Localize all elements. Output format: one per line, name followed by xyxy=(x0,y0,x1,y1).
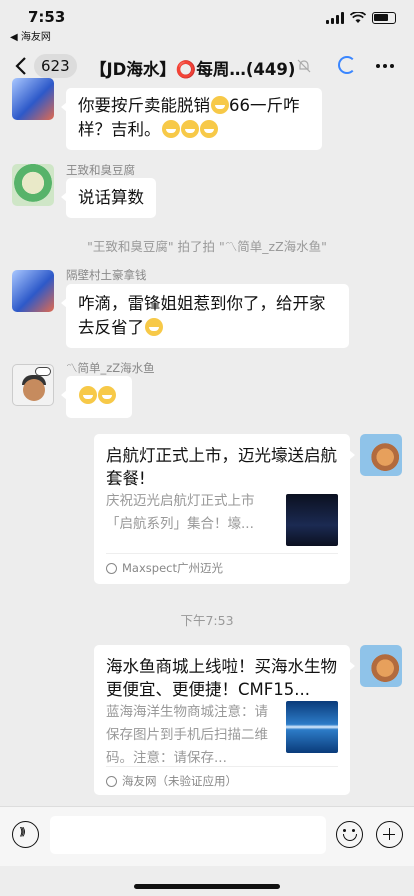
sender-name: 隔壁村土豪拿钱 xyxy=(66,268,147,282)
card-divider xyxy=(106,766,338,767)
card-title: 海水鱼商城上线啦！买海水生物更便宜、更便捷！CMF15... xyxy=(106,657,337,699)
timestamp: 下午7:53 xyxy=(180,613,234,628)
input-bar xyxy=(0,806,414,866)
link-card[interactable]: 海水鱼商城上线啦！买海水生物更便宜、更便捷！CMF15... 蓝海海洋生物商城注… xyxy=(94,645,355,795)
wifi-icon xyxy=(350,12,366,23)
chat-header: 623 【JD海水】⭕每周…(449) xyxy=(0,44,414,90)
card-description: 蓝海海洋生物商城注意：请保存图片到手机后扫描二维码。注意：请保存... xyxy=(106,704,268,766)
back-to-app-link[interactable]: ◀ 海友网 xyxy=(10,28,51,43)
chat-title: 【JD海水】⭕每周…(449) xyxy=(90,60,296,79)
sender-name: 〽简单_zZ海水鱼 xyxy=(66,361,155,375)
message-bubble[interactable]: 说话算数 xyxy=(61,178,156,218)
card-source: 海友网（未验证应用） xyxy=(106,773,237,789)
avatar[interactable] xyxy=(12,364,54,406)
avatar[interactable] xyxy=(12,164,54,206)
thinking-emoji-icon xyxy=(145,318,163,336)
card-source: Maxspect广州迈光 xyxy=(106,560,223,576)
message-bubble[interactable]: 你要按斤卖能脱销 66一斤咋样？吉利。 xyxy=(61,88,322,150)
message-bubble[interactable]: 咋滴，雷锋姐姐惹到你了，给开家去反省了 xyxy=(61,284,349,348)
emoji-icon[interactable] xyxy=(336,821,363,848)
mute-bell-icon xyxy=(297,59,311,73)
grin-emoji-icon xyxy=(161,120,180,138)
avatar[interactable] xyxy=(12,78,54,120)
sweat-smile-emoji-icon xyxy=(79,386,97,404)
more-options-icon[interactable] xyxy=(376,64,394,68)
card-source-label: Maxspect广州迈光 xyxy=(122,561,223,575)
card-thumbnail xyxy=(286,701,338,753)
card-divider xyxy=(106,553,338,554)
battery-icon xyxy=(372,12,396,24)
avatar[interactable] xyxy=(12,270,54,312)
plus-icon[interactable] xyxy=(376,821,403,848)
card-title: 启航灯正式上市，迈光壕送启航套餐! xyxy=(106,446,337,488)
my-avatar[interactable] xyxy=(360,434,402,476)
loading-spinner-icon xyxy=(338,56,356,74)
card-source-label: 海友网（未验证应用） xyxy=(122,774,237,788)
card-description: 庆祝迈光启航灯正式上市「启航系列」集合！壕... xyxy=(106,493,255,532)
thinking-emoji-icon xyxy=(211,96,229,114)
link-card[interactable]: 启航灯正式上市，迈光壕送启航套餐! 庆祝迈光启航灯正式上市「启航系列」集合！壕.… xyxy=(94,434,355,584)
app-source-icon xyxy=(106,775,117,787)
message-text: 咋滴，雷锋姐姐惹到你了，给开家去反省了 xyxy=(78,294,326,337)
status-icons xyxy=(326,12,396,24)
status-bar: 7:53 ◀ 海友网 xyxy=(0,0,414,43)
card-thumbnail xyxy=(286,494,338,546)
message-text: 你要按斤卖能脱销 66一斤咋样？吉利。 xyxy=(78,96,300,139)
message-bubble[interactable] xyxy=(61,376,132,418)
back-arrow-icon[interactable] xyxy=(10,54,34,78)
home-indicator[interactable] xyxy=(134,884,280,889)
sweat-smile-emoji-icon xyxy=(98,386,116,404)
voice-input-icon[interactable] xyxy=(12,821,39,848)
message-input[interactable] xyxy=(50,816,326,854)
status-time: 7:53 xyxy=(28,8,66,26)
grin-emoji-icon xyxy=(199,120,218,138)
signal-icon xyxy=(326,12,344,24)
sender-name: 王致和臭豆腐 xyxy=(66,163,135,177)
grin-emoji-icon xyxy=(180,120,199,138)
system-pat-notice: "王致和臭豆腐" 拍了拍 "〽简单_zZ海水鱼" xyxy=(87,239,327,254)
my-avatar[interactable] xyxy=(360,645,402,687)
unread-count-badge[interactable]: 623 xyxy=(34,54,77,78)
app-source-icon xyxy=(106,562,117,574)
